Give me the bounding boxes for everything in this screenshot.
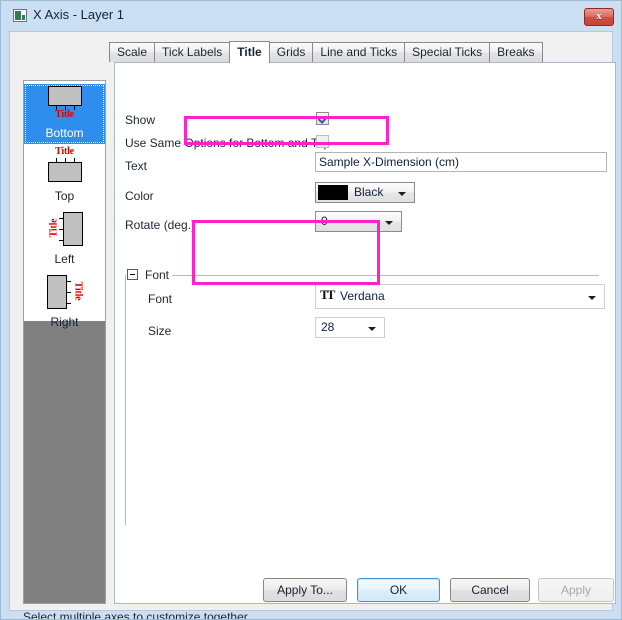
show-label: Show	[125, 113, 156, 127]
close-icon[interactable]: x	[584, 8, 614, 26]
ok-button[interactable]: OK	[357, 578, 440, 602]
size-label: Size	[148, 324, 172, 338]
window-title: X Axis - Layer 1	[33, 7, 125, 22]
size-dropdown[interactable]: 28	[315, 317, 385, 338]
show-checkbox[interactable]	[316, 112, 329, 125]
cancel-button[interactable]: Cancel	[450, 578, 530, 602]
tab-grids[interactable]: Grids	[268, 42, 314, 62]
color-dropdown[interactable]: Black	[315, 182, 415, 203]
tab-breaks[interactable]: Breaks	[489, 42, 543, 62]
rotate-label: Rotate (deg.)	[125, 218, 196, 232]
axis-item-left-label: Left	[54, 252, 75, 266]
color-value: Black	[354, 185, 384, 199]
left-axis-icon: Title	[43, 210, 87, 248]
icon-title-label: Title	[72, 281, 84, 301]
chevron-down-icon	[385, 221, 393, 225]
tab-tick-labels[interactable]: Tick Labels	[154, 42, 231, 62]
tab-special-ticks[interactable]: Special Ticks	[404, 42, 491, 62]
tab-bar: Scale Tick Labels Title Grids Line and Ticks…	[109, 41, 543, 63]
title-tab-panel: Show Use Same Options for Bottom and Top…	[114, 62, 616, 604]
right-axis-icon: Title	[43, 273, 87, 311]
text-label: Text	[125, 159, 148, 173]
icon-title-label: Title	[55, 146, 74, 157]
color-label: Color	[125, 189, 154, 203]
window-icon	[13, 9, 27, 22]
top-axis-icon: Title	[43, 147, 87, 185]
font-group-title: Font	[142, 268, 173, 282]
apply-button: Apply	[538, 578, 614, 602]
axis-list-empty-area	[24, 321, 105, 603]
status-message: Select multiple axes to customize togeth…	[23, 610, 251, 620]
axis-item-bottom-label: Bottom	[45, 126, 84, 140]
tab-scale[interactable]: Scale	[109, 42, 156, 62]
rotate-value: 0	[321, 214, 328, 228]
dialog-body: Scale Tick Labels Title Grids Line and Ticks…	[9, 31, 616, 619]
chevron-down-icon	[368, 327, 376, 331]
rotate-dropdown[interactable]: 0	[315, 211, 402, 232]
axis-dialog-window: X Axis - Layer 1 x Scale Tick Labels Title…	[0, 0, 622, 620]
title-text-input[interactable]: Sample X-Dimension (cm)	[315, 152, 607, 172]
icon-title-label: Title	[55, 109, 74, 120]
same-options-checkbox[interactable]	[316, 135, 329, 148]
tab-title[interactable]: Title	[229, 41, 270, 63]
font-dropdown[interactable]: TT Verdana	[315, 284, 605, 309]
color-swatch	[318, 185, 348, 200]
icon-title-label: Title	[47, 218, 59, 238]
axis-item-bottom[interactable]: Title Bottom	[24, 84, 105, 144]
size-value: 28	[321, 320, 335, 334]
close-icon-glyph: x	[596, 10, 602, 22]
font-value: Verdana	[340, 289, 385, 303]
tab-line-and-ticks[interactable]: Line and Ticks	[312, 42, 406, 62]
bottom-axis-icon: Title	[43, 84, 87, 122]
font-label: Font	[148, 292, 173, 306]
axis-item-top-label: Top	[54, 189, 75, 203]
axis-item-top[interactable]: Title Top	[24, 147, 105, 207]
font-group-collapse-icon[interactable]	[127, 269, 138, 280]
axis-item-right[interactable]: Title Right	[24, 273, 105, 333]
axis-item-right-label: Right	[50, 315, 79, 329]
font-tt-icon: TT	[320, 287, 335, 302]
chevron-down-icon	[588, 296, 596, 300]
font-group-divider	[162, 275, 599, 276]
title-bar: X Axis - Layer 1 x	[1, 1, 621, 31]
font-group-border	[125, 275, 126, 525]
axis-item-left[interactable]: Title Left	[24, 210, 105, 270]
same-options-label: Use Same Options for Bottom and Top	[125, 136, 331, 150]
apply-to-button[interactable]: Apply To...	[263, 578, 347, 602]
axis-selector-list[interactable]: Title Bottom Title Top Title Left Title …	[23, 80, 106, 604]
chevron-down-icon	[398, 192, 406, 196]
